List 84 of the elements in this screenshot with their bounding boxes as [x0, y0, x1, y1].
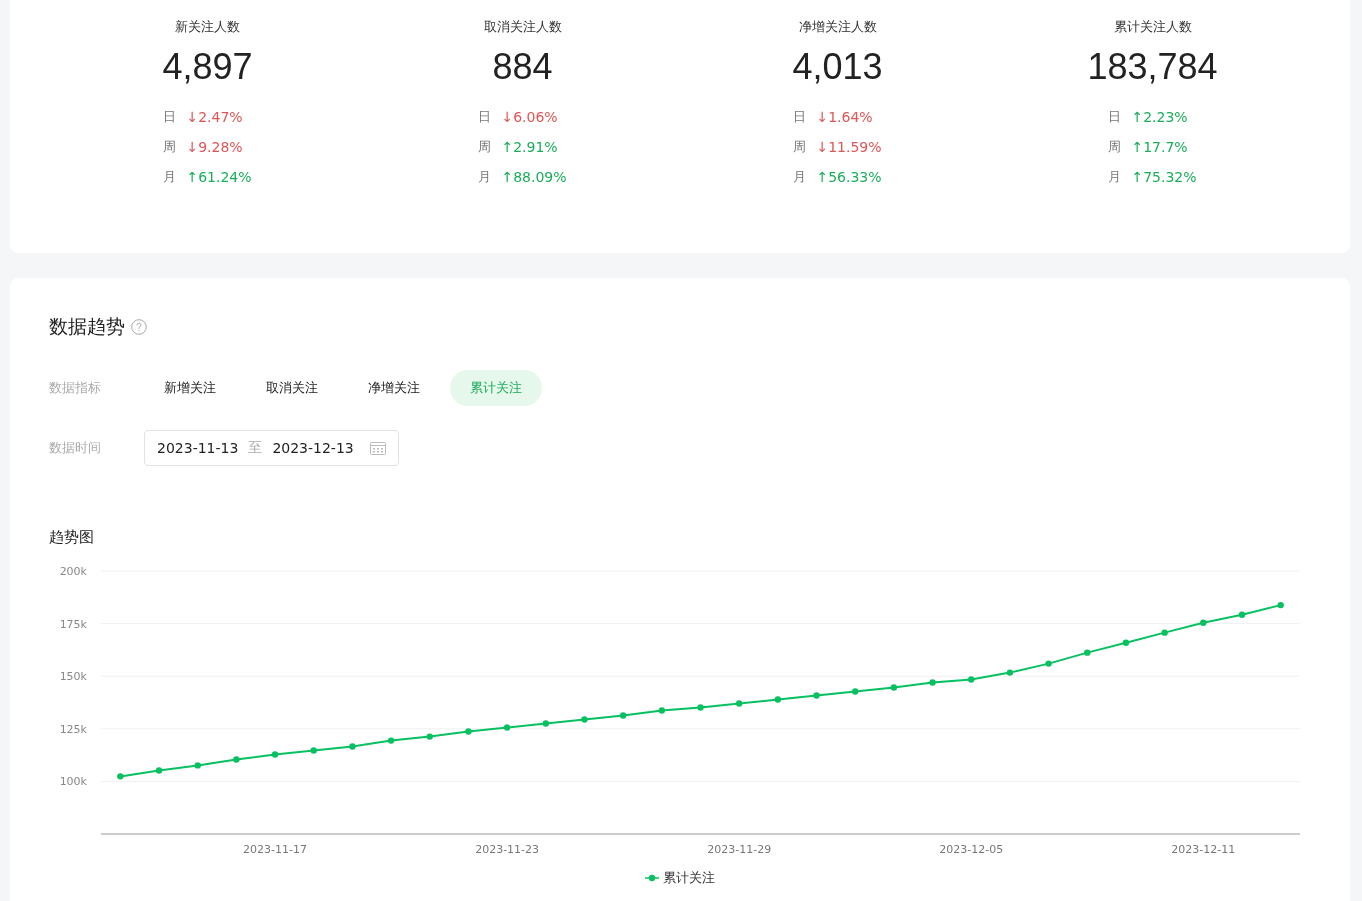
data-point — [426, 733, 433, 740]
data-point — [619, 712, 627, 719]
change-value: ↑88.09% — [501, 168, 567, 187]
change-value: ↑2.91% — [501, 138, 558, 157]
data-point — [1277, 601, 1284, 609]
time-label: 数据时间 — [49, 439, 102, 457]
period-label: 日 — [478, 108, 492, 126]
date-range-field[interactable]: 2023-11-13 至 2023-12-13 — [144, 430, 399, 466]
data-point — [890, 684, 898, 691]
stat-title: 新关注人数 — [175, 18, 240, 36]
x-axis-label: 2023-12-11 — [1171, 843, 1236, 856]
change-value: ↑56.33% — [816, 168, 882, 187]
period-label: 日 — [793, 108, 807, 126]
data-point — [968, 676, 975, 683]
data-point — [774, 696, 782, 703]
data-point — [1045, 660, 1052, 667]
data-point — [1006, 669, 1014, 676]
change-value: ↑61.24% — [186, 168, 252, 187]
period-label: 周 — [793, 138, 807, 156]
period-label: 月 — [478, 168, 492, 186]
x-axis-label: 2023-11-17 — [243, 843, 307, 856]
x-axis-label: 2023-11-23 — [475, 843, 540, 856]
data-point — [349, 743, 356, 750]
metric-tab[interactable]: 净增关注 — [348, 370, 440, 406]
change-value: ↓2.47% — [186, 108, 243, 127]
data-point — [194, 762, 201, 769]
y-axis-label: 100k — [59, 775, 87, 789]
period-label: 月 — [793, 168, 807, 186]
x-axis-label: 2023-12-05 — [939, 843, 1004, 856]
period-label: 周 — [1108, 138, 1122, 156]
stat-value: 884 — [492, 46, 553, 88]
help-icon[interactable] — [131, 319, 147, 335]
period-label: 日 — [1108, 108, 1122, 126]
y-axis-label: 200k — [59, 565, 87, 578]
x-axis-label: 2023-11-29 — [707, 843, 772, 856]
data-point — [387, 737, 395, 744]
stat-title: 净增关注人数 — [798, 18, 877, 36]
data-point — [581, 716, 588, 723]
period-label: 周 — [478, 138, 492, 156]
data-point — [658, 707, 665, 714]
data-point — [233, 756, 240, 763]
data-point — [1238, 611, 1246, 618]
chart-title: 趋势图 — [49, 528, 95, 547]
metric-tab[interactable]: 取消关注 — [246, 370, 338, 406]
period-label: 月 — [1108, 168, 1122, 186]
change-value: ↓9.28% — [186, 138, 243, 157]
metric-tab[interactable]: 新增关注 — [144, 370, 236, 406]
section-title: 数据趋势 — [49, 314, 125, 339]
data-point — [929, 679, 936, 686]
y-axis-label: 150k — [59, 670, 87, 684]
data-point — [1122, 639, 1130, 646]
period-label: 月 — [163, 168, 177, 186]
data-point — [813, 692, 820, 699]
data-point — [1161, 629, 1168, 636]
change-value: ↓11.59% — [816, 138, 882, 157]
period-label: 日 — [163, 108, 177, 126]
period-label: 周 — [163, 138, 177, 156]
data-point — [1084, 649, 1091, 656]
calendar-icon — [369, 441, 386, 455]
stat-title: 取消关注人数 — [483, 18, 562, 36]
data-point — [1200, 619, 1207, 626]
change-value: ↑17.7% — [1131, 138, 1188, 157]
data-point — [155, 767, 163, 774]
data-point — [852, 688, 859, 695]
change-value: ↓6.06% — [501, 108, 558, 127]
legend-label: 累计关注 — [663, 869, 715, 887]
data-point — [736, 700, 743, 707]
stat-value: 183,784 — [1087, 46, 1218, 88]
data-point — [503, 724, 511, 731]
y-axis-label: 175k — [59, 617, 87, 631]
y-axis-label: 125k — [59, 722, 87, 736]
stat-value: 4,897 — [162, 46, 253, 88]
data-point — [271, 751, 279, 758]
metric-label: 数据指标 — [49, 379, 102, 397]
change-value: ↑2.23% — [1131, 108, 1188, 127]
data-point — [542, 720, 549, 727]
data-point — [117, 773, 124, 780]
data-point — [310, 747, 317, 754]
change-value: ↑75.32% — [1131, 168, 1197, 187]
data-point — [465, 728, 472, 735]
stat-title: 累计关注人数 — [1113, 18, 1192, 36]
change-value: ↓1.64% — [816, 108, 873, 127]
data-point — [697, 704, 704, 711]
stat-value: 4,013 — [792, 46, 883, 88]
